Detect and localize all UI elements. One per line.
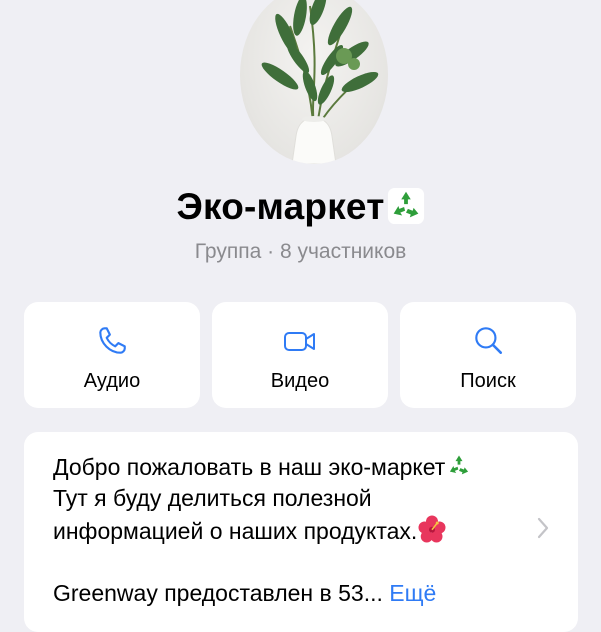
group-avatar[interactable] xyxy=(240,0,388,164)
hibiscus-icon xyxy=(418,515,446,543)
recycle-icon xyxy=(387,187,424,225)
search-label: Поиск xyxy=(460,370,516,392)
video-camera-icon xyxy=(284,332,315,351)
action-buttons: Аудио Видео Поиск xyxy=(24,302,576,408)
description-line-1: Добро пожаловать в наш эко-маркет xyxy=(53,452,518,483)
audio-label: Аудио xyxy=(83,370,141,392)
chevron-right-icon xyxy=(537,517,549,539)
video-call-button[interactable]: Видео xyxy=(212,302,388,408)
show-more-link[interactable]: Ещё xyxy=(389,580,436,606)
plant-photo-image xyxy=(261,0,379,164)
recycle-icon xyxy=(445,452,473,480)
description-line-1-text: Добро пожаловать в наш эко-маркет xyxy=(53,454,446,480)
description-line-3: информацией о наших продуктах. xyxy=(53,514,518,547)
description-line-4: Greenway предоставлен в 53... Ещё xyxy=(53,578,518,609)
search-button[interactable]: Поиск xyxy=(400,302,576,408)
group-title: Эко-маркет xyxy=(0,186,601,228)
group-name: Эко-маркет xyxy=(176,186,385,227)
phone-icon xyxy=(99,327,126,354)
video-label: Видео xyxy=(270,370,330,392)
description-line-4-text: Greenway предоставлен в 53... xyxy=(53,580,383,606)
group-subtitle: Группа · 8 участников xyxy=(194,240,407,263)
audio-call-button[interactable]: Аудио xyxy=(24,302,200,408)
search-icon xyxy=(475,327,503,354)
description-line-2: Тут я буду делиться полезной xyxy=(53,485,372,511)
description-line-3-text: информацией о наших продуктах. xyxy=(53,518,418,544)
group-description-card[interactable]: Добро пожаловать в наш эко-маркет Тут я … xyxy=(24,432,578,632)
